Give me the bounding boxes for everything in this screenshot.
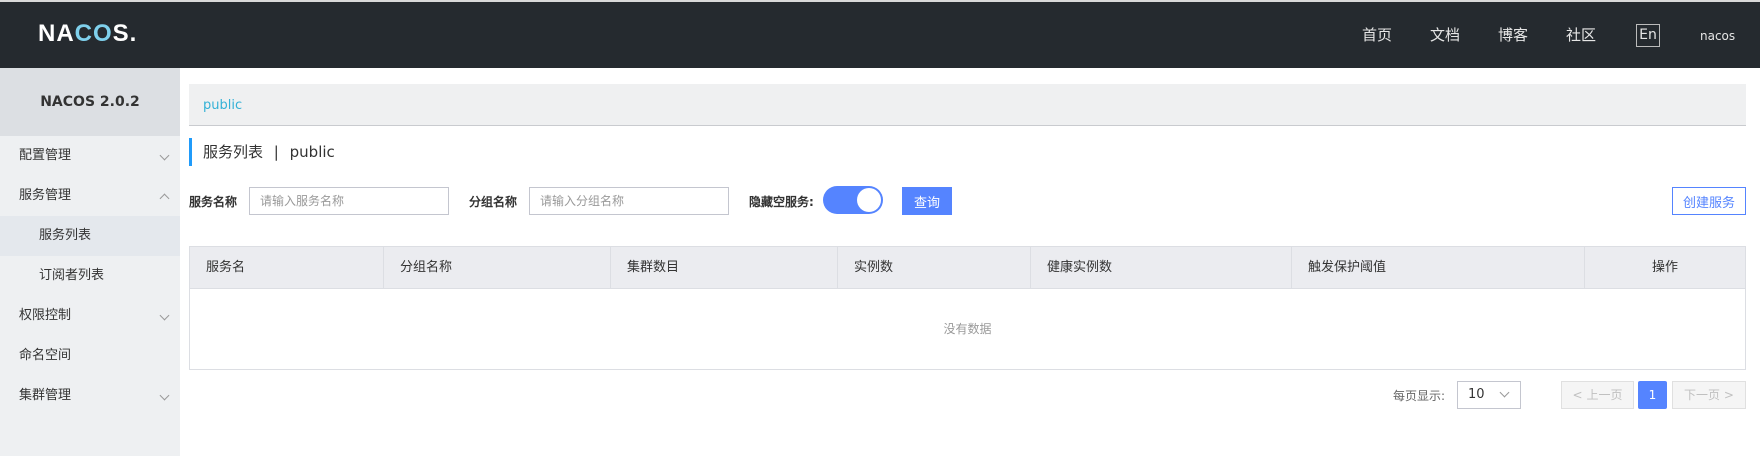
page-title: 服务列表 | public <box>189 138 335 166</box>
hide-empty-services-toggle[interactable] <box>823 186 883 214</box>
next-page-label: 下一页 <box>1684 388 1721 402</box>
column-header-service-name: 服务名 <box>190 247 384 288</box>
service-name-label: 服务名称 <box>189 195 238 209</box>
namespace-bar: public <box>189 84 1746 126</box>
sidebar-item-label: 服务管理 <box>19 188 72 203</box>
column-header-protect-threshold: 触发保护阈值 <box>1292 247 1585 288</box>
namespace-link-public[interactable]: public <box>203 98 242 113</box>
table-empty-message: 没有数据 <box>943 322 992 336</box>
hide-empty-services-label: 隐藏空服务: <box>749 195 814 209</box>
column-header-cluster-count: 集群数目 <box>611 247 838 288</box>
chevron-right-icon: > <box>1723 388 1734 402</box>
chevron-left-icon: < <box>1572 388 1583 402</box>
chevron-down-icon <box>159 150 170 161</box>
sidebar-item-subscriber-list[interactable]: 订阅者列表 <box>0 256 180 296</box>
page-number-button[interactable]: 1 <box>1638 381 1667 409</box>
chevron-down-icon <box>159 390 170 401</box>
nav-community[interactable]: 社区 <box>1566 24 1596 45</box>
sidebar-item-label: 集群管理 <box>19 388 72 403</box>
column-header-healthy-instance-count: 健康实例数 <box>1031 247 1292 288</box>
group-name-label: 分组名称 <box>469 195 518 209</box>
sidebar-item-cluster-management[interactable]: 集群管理 <box>0 376 180 416</box>
nav-docs[interactable]: 文档 <box>1430 24 1460 45</box>
page-size-label: 每页显示: <box>1393 389 1446 403</box>
sidebar-item-service-management[interactable]: 服务管理 <box>0 176 180 216</box>
column-header-actions: 操作 <box>1651 260 1678 275</box>
page-title-text: 服务列表 <box>203 143 264 161</box>
nacos-logo[interactable]: NACOS. <box>38 20 137 48</box>
prev-page-label: 上一页 <box>1586 388 1623 402</box>
page-title-separator: | <box>273 143 279 161</box>
toggle-knob <box>857 188 881 212</box>
service-table: 服务名 分组名称 集群数目 实例数 健康实例数 触发保护阈值 操作 没有数据 <box>189 246 1746 370</box>
prev-page-button[interactable]: < 上一页 <box>1561 381 1634 409</box>
sidebar-item-service-list[interactable]: 服务列表 <box>0 216 180 256</box>
sidebar-item-label: 服务列表 <box>39 228 92 243</box>
page-size-select[interactable]: 10 <box>1457 381 1521 409</box>
column-header-group-name: 分组名称 <box>384 247 611 288</box>
sidebar-item-namespace[interactable]: 命名空间 <box>0 336 180 376</box>
sidebar-item-label: 订阅者列表 <box>39 268 105 283</box>
page-size-value: 10 <box>1468 387 1485 402</box>
logo-text-1: NA <box>38 20 75 47</box>
sidebar-item-access-control[interactable]: 权限控制 <box>0 296 180 336</box>
nav-blog[interactable]: 博客 <box>1498 24 1528 45</box>
group-name-input[interactable] <box>529 187 729 215</box>
logo-text-3: S. <box>112 20 138 47</box>
top-navbar: NACOS. 首页 文档 博客 社区 En nacos <box>0 0 1760 68</box>
sidebar-item-config-management[interactable]: 配置管理 <box>0 136 180 176</box>
service-name-input[interactable] <box>249 187 449 215</box>
sidebar-item-label: 权限控制 <box>19 308 72 323</box>
sidebar-version-title: NACOS 2.0.2 <box>0 68 180 136</box>
chevron-down-icon <box>1499 387 1510 398</box>
table-header: 服务名 分组名称 集群数目 实例数 健康实例数 触发保护阈值 操作 <box>190 247 1745 289</box>
chevron-up-icon <box>159 193 170 204</box>
sidebar-item-label: 配置管理 <box>19 148 72 163</box>
create-service-button[interactable]: 创建服务 <box>1672 187 1746 215</box>
page-title-namespace: public <box>289 143 335 161</box>
next-page-button[interactable]: 下一页 > <box>1672 381 1746 409</box>
user-name[interactable]: nacos <box>1700 29 1735 43</box>
chevron-down-icon <box>159 310 170 321</box>
sidebar: NACOS 2.0.2 配置管理 服务管理 服务列表 订阅者列表 权限控制 命名… <box>0 68 180 456</box>
nav-home[interactable]: 首页 <box>1362 24 1392 45</box>
query-button[interactable]: 查询 <box>902 187 952 215</box>
sidebar-item-label: 命名空间 <box>19 348 72 363</box>
column-header-instance-count: 实例数 <box>838 247 1031 288</box>
logo-text-2: CO <box>74 20 113 47</box>
language-switch-button[interactable]: En <box>1636 24 1660 47</box>
